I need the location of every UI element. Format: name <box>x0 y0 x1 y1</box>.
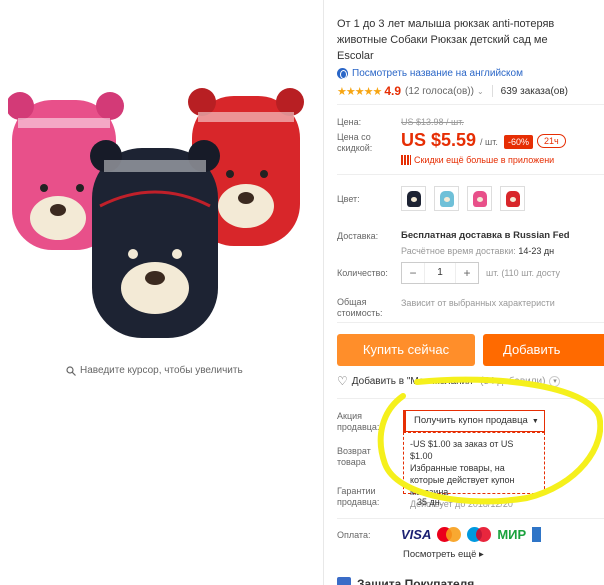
buyer-protection: Защита Покупателя <box>337 577 474 585</box>
delivery-time: Расчётное время доставки: 14-23 дн <box>401 246 554 256</box>
mastercard-icon <box>437 527 462 542</box>
price-unit: / шт. <box>480 137 498 147</box>
quantity-label: Количество: <box>337 268 388 278</box>
backpack-thumbnail <box>505 190 520 207</box>
coupon-description: Избранные товары, на которые действует к… <box>410 463 515 497</box>
rating-value: 4.9 <box>384 84 401 98</box>
backpack-thumbnail <box>406 190 421 207</box>
title-line: От 1 до 3 лет малыша рюкзак anti-потеряв <box>337 18 555 30</box>
seller-promo-label: Акция продавца: <box>337 411 380 432</box>
color-swatch-pink[interactable] <box>467 186 492 211</box>
delivery-time-value: 14-23 дн <box>518 246 555 256</box>
more-payment-link[interactable]: Посмотреть ещё ▸ <box>403 549 484 560</box>
amex-icon <box>532 527 542 542</box>
title-line: животные Собаки Рюкзак детский сад ме <box>337 34 548 46</box>
backpack-thumbnail <box>472 190 487 207</box>
zoom-hint-text: Наведите курсор, чтобы увеличить <box>80 365 243 376</box>
buyer-protection-title: Защита Покупателя <box>357 577 475 585</box>
payment-methods: VISA МИР <box>401 527 542 542</box>
qr-code-icon <box>401 155 411 165</box>
get-coupon-label: Получить купон продавца <box>414 415 528 426</box>
delivery-label: Доставка: <box>337 231 379 241</box>
quantity-input[interactable]: 1 <box>424 263 456 283</box>
divider <box>337 322 604 323</box>
app-discount-text: Скидки ещё больше в приложени <box>414 155 555 165</box>
title-line: Escolar <box>337 50 374 62</box>
divider <box>337 518 604 519</box>
discount-badge: -60% <box>504 135 534 149</box>
zoom-hint: Наведите курсор, чтобы увеличить <box>66 365 243 376</box>
price-label: Цена: <box>337 117 362 127</box>
divider <box>337 104 604 105</box>
backpack-thumbnail <box>439 190 454 207</box>
add-to-cart-button[interactable]: Добавить <box>483 334 604 366</box>
caret-down-icon: ▼ <box>531 418 539 425</box>
navy-backpack <box>90 140 220 338</box>
color-options <box>401 186 525 211</box>
maestro-icon <box>467 527 492 542</box>
orders-count: 639 заказа(ов) <box>500 85 568 97</box>
quantity-decrease-button[interactable]: − <box>402 266 424 280</box>
magnifier-icon <box>66 365 76 376</box>
rating-stars-icon: ★★★★★ <box>337 85 382 98</box>
color-label: Цвет: <box>337 194 360 204</box>
countdown-timer: 21ч <box>537 134 566 148</box>
chevron-down-icon[interactable]: ⌄ <box>477 87 484 96</box>
wishlist-count: (54 добавили) <box>480 375 546 387</box>
product-gallery: Наведите курсор, чтобы увеличить <box>0 0 320 585</box>
coupon-amount: -US $1.00 за заказ от US $1.00 <box>410 439 514 461</box>
visa-logo: VISA <box>401 527 432 542</box>
sale-price-label: Цена со скидкой: <box>337 132 373 153</box>
color-swatch-blue[interactable] <box>434 186 459 211</box>
rating-row: ★★★★★ 4.9 (12 голоса(ов)) ⌄ 639 заказа(о… <box>337 84 604 98</box>
product-main-image[interactable] <box>8 78 318 340</box>
globe-icon <box>337 68 348 79</box>
payment-label: Оплата: <box>337 530 371 540</box>
delivery-time-label: Расчётное время доставки: <box>401 246 516 256</box>
add-to-wishlist[interactable]: ♡ Добавить в "Мои желания" (54 добавили)… <box>337 374 561 388</box>
quantity-increase-button[interactable]: + <box>456 266 478 280</box>
total-value: Зависит от выбранных характеристи <box>401 298 555 308</box>
divider <box>337 398 604 399</box>
wishlist-label: Добавить в "Мои желания" <box>351 375 477 387</box>
product-detail-panel: От 1 до 3 лет малыша рюкзак anti-потеряв… <box>337 0 604 585</box>
mir-logo: МИР <box>497 527 527 542</box>
coupon-popup: -US $1.00 за заказ от US $1.00 Избранные… <box>403 432 545 509</box>
returns-label: Возврат товара <box>337 446 371 467</box>
shield-icon <box>337 577 351 585</box>
current-price: US $5.59 <box>401 130 477 150</box>
translate-title-link[interactable]: Посмотреть название на английском <box>337 68 523 79</box>
translate-link-text: Посмотреть название на английском <box>352 68 523 79</box>
rating-separator <box>491 85 493 97</box>
heart-icon: ♡ <box>337 374 348 388</box>
delivery-method[interactable]: Бесплатная доставка в Russian Fed <box>401 230 570 241</box>
get-coupon-button[interactable]: Получить купон продавца ▼ <box>403 410 545 432</box>
divider <box>337 174 604 175</box>
chevron-down-icon[interactable]: ▾ <box>549 375 561 387</box>
color-swatch-red[interactable] <box>500 186 525 211</box>
app-discount-link[interactable]: Скидки ещё больше в приложени <box>401 155 554 165</box>
quantity-stepper: − 1 + <box>401 262 479 284</box>
stock-note: шт. (110 шт. досту <box>486 268 561 278</box>
buy-now-button[interactable]: Купить сейчас <box>337 334 475 366</box>
rating-votes[interactable]: (12 голоса(ов)) <box>405 86 474 97</box>
product-title: От 1 до 3 лет малыша рюкзак anti-потеряв… <box>337 16 604 64</box>
total-label: Общая стоимость: <box>337 297 383 318</box>
guarantee-label: Гарантии продавца: <box>337 486 380 507</box>
panel-divider <box>323 0 324 585</box>
old-price: US $13.98 / шт. <box>401 117 464 127</box>
return-period: 35 дн. <box>417 497 443 507</box>
color-swatch-navy[interactable] <box>401 186 426 211</box>
